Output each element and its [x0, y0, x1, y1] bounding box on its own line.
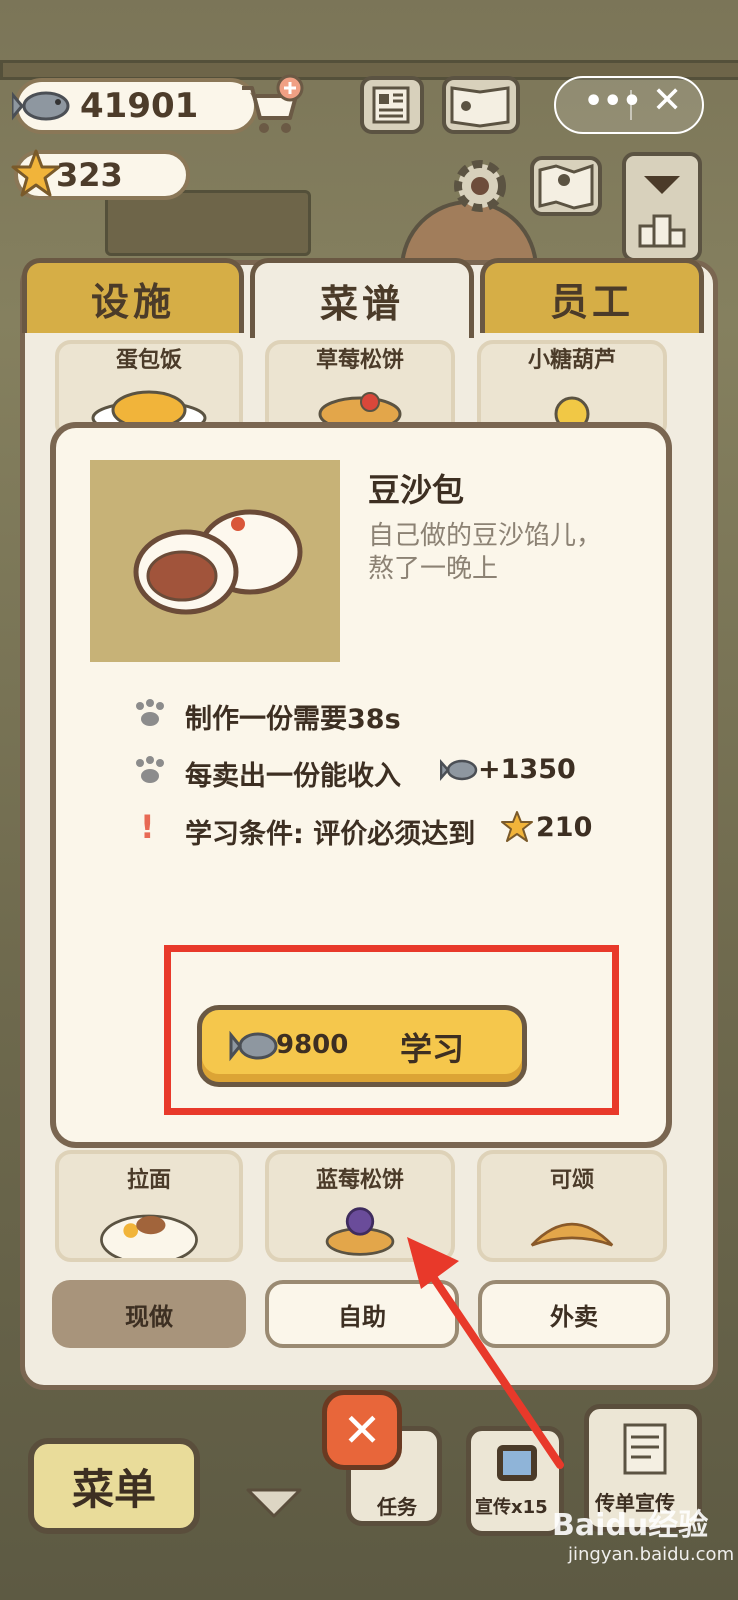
promo-label: 宣传x15	[475, 1497, 548, 1518]
fish-currency-display: 41901	[12, 78, 258, 134]
paw-icon	[136, 756, 164, 783]
ranking-button[interactable]	[622, 152, 702, 262]
chevron-down-icon[interactable]	[244, 1486, 304, 1520]
watermark-url: jingyan.baidu.com	[568, 1544, 735, 1565]
more-options-icon[interactable]: •••	[584, 84, 642, 119]
annotation-arrow	[407, 1237, 564, 1469]
fish-icon	[12, 91, 70, 121]
miniprogram-capsule: ••• ✕	[554, 76, 704, 134]
exclamation-icon: !	[140, 808, 155, 846]
recipe-title: 豆沙包	[368, 471, 465, 509]
star-icon	[501, 811, 533, 842]
gear-icon	[454, 160, 506, 212]
recipe-description-line1: 自己做的豆沙馅儿，	[368, 521, 603, 551]
tab-recipes-label: 菜谱	[319, 282, 404, 326]
star-count: 323	[56, 156, 123, 194]
paw-book-icon	[450, 86, 510, 128]
paw-icon	[136, 699, 164, 726]
fish-icon	[440, 758, 478, 782]
recipe-name: 蛋包饭	[115, 348, 182, 373]
star-rating-display: 323	[11, 149, 190, 200]
food-image	[90, 460, 340, 662]
learn-condition-value: 210	[536, 812, 593, 843]
flyer-icon	[623, 1423, 667, 1475]
recipe-description-line2: 熬了一晚上	[368, 554, 499, 584]
recipe-name: 草莓松饼	[315, 348, 404, 373]
recipe-name: 蓝莓松饼	[315, 1168, 404, 1193]
tab-staff-label: 员工	[549, 279, 634, 324]
tab-staff[interactable]: 员工	[480, 258, 704, 333]
highlight-box	[164, 945, 619, 1115]
filter-label: 自助	[338, 1302, 386, 1331]
task-label: 任务	[377, 1495, 417, 1519]
watermark-brand: Baidu经验	[552, 1508, 709, 1543]
cart-plus-icon	[242, 74, 304, 133]
tab-facilities[interactable]: 设施	[22, 258, 244, 333]
ramen-icon	[100, 1214, 198, 1258]
recipe-name: 小糖葫芦	[527, 348, 616, 373]
cat-book-button[interactable]	[442, 76, 520, 134]
map-icon	[538, 163, 594, 210]
fish-count: 41901	[80, 86, 199, 126]
tab-recipes[interactable]: 菜谱	[250, 258, 474, 338]
bean-paste-bun-icon	[133, 509, 303, 615]
close-panel-button[interactable]: ✕	[322, 1390, 402, 1470]
recipe-card[interactable]: 拉面	[55, 1150, 243, 1262]
close-icon[interactable]: ✕	[652, 80, 682, 121]
tab-facilities-label: 设施	[90, 279, 175, 324]
make-time-text: 制作一份需要38s	[185, 704, 401, 735]
menu-label: 菜单	[71, 1464, 156, 1514]
settings-button[interactable]	[448, 154, 512, 218]
newspaper-button[interactable]	[360, 76, 424, 134]
filter-made-to-order[interactable]: 现做	[52, 1280, 246, 1348]
filter-label: 现做	[125, 1302, 173, 1331]
map-button[interactable]	[530, 156, 602, 216]
shop-cart-button[interactable]	[238, 74, 304, 136]
ranking-icon	[638, 176, 686, 248]
income-label: 每卖出一份能收入	[185, 761, 401, 792]
income-value: +1350	[478, 754, 576, 785]
learn-condition-label: 学习条件: 评价必须达到	[185, 819, 476, 850]
star-icon	[11, 149, 61, 197]
newspaper-icon	[372, 86, 410, 124]
menu-button[interactable]: 菜单	[28, 1438, 200, 1534]
recipe-name: 拉面	[126, 1168, 171, 1193]
recipe-name: 可颂	[549, 1168, 594, 1193]
capsule-divider	[630, 90, 632, 120]
close-icon: ✕	[342, 1403, 382, 1457]
